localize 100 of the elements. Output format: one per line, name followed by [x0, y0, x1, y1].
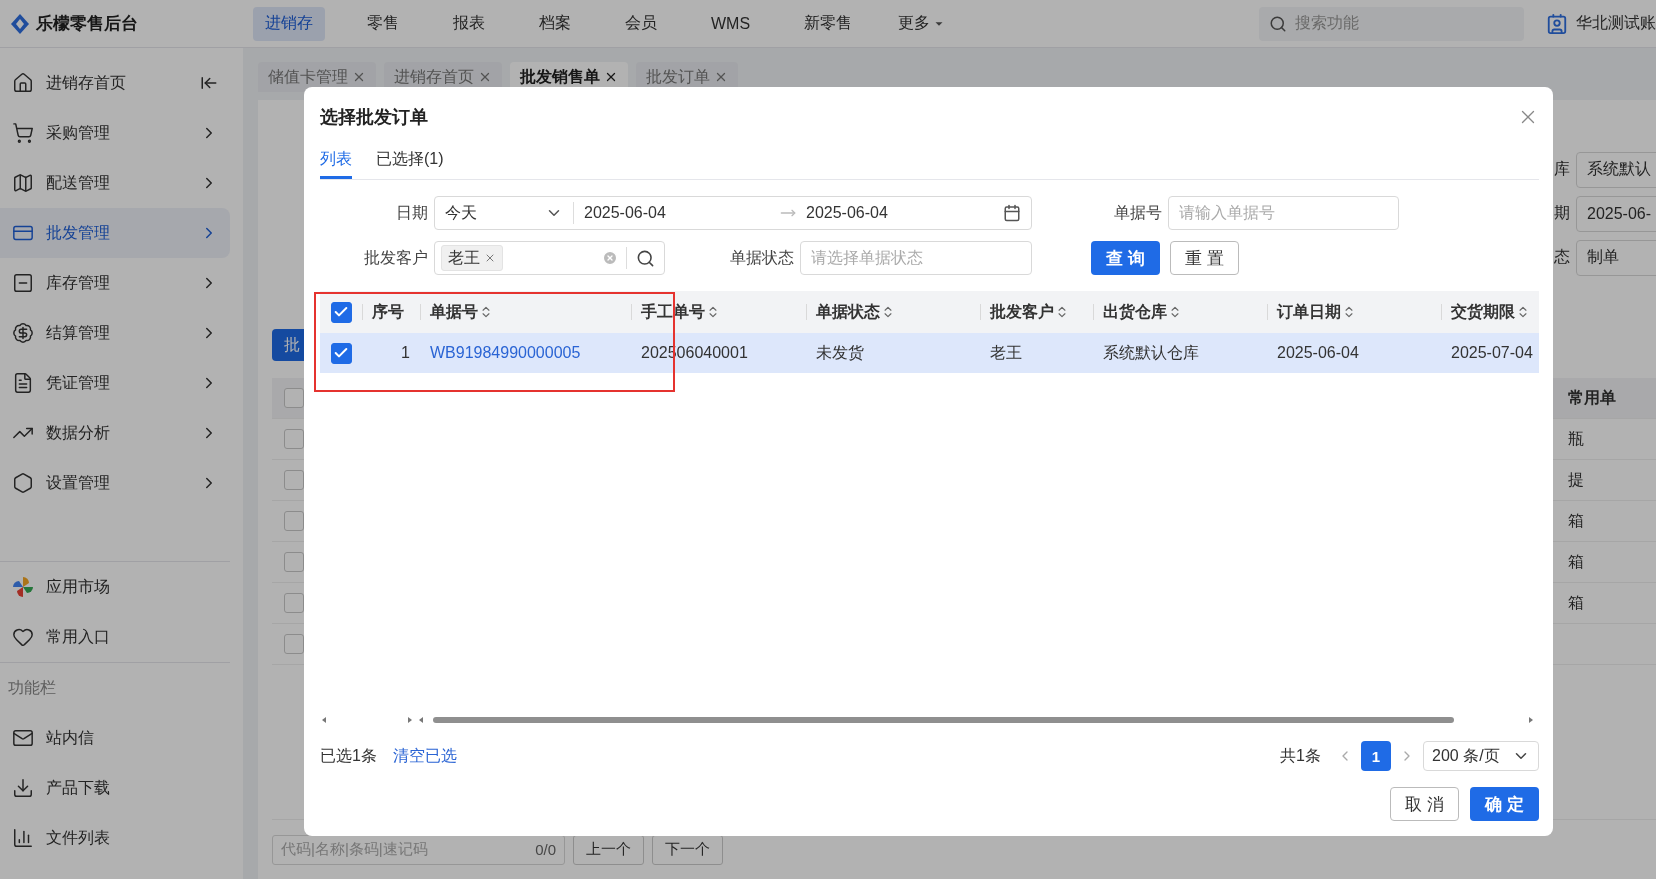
sidebar-item[interactable]: 应用市场: [0, 562, 230, 612]
sidebar-item[interactable]: 数据分析: [0, 408, 230, 458]
sidebar-item[interactable]: 站内信: [0, 713, 230, 763]
nav-item[interactable]: 进销存: [253, 6, 325, 41]
clear-selection-link[interactable]: 清空已选: [392, 745, 457, 767]
confirm-button[interactable]: 确 定: [1470, 787, 1539, 821]
sidebar-item[interactable]: 产品下载: [0, 763, 230, 813]
document-icon: [12, 372, 34, 394]
table-cell-text: 箱: [1568, 510, 1585, 531]
sidebar-item[interactable]: 库存管理: [0, 258, 230, 308]
more-menu[interactable]: 更多: [894, 6, 951, 41]
sidebar-item[interactable]: 批发管理: [0, 208, 230, 258]
column-header[interactable]: 订单日期: [1277, 301, 1356, 323]
id-card-icon: [1546, 12, 1568, 35]
table-cell: 1: [401, 344, 410, 362]
sidebar-item[interactable]: 凭证管理: [0, 358, 230, 408]
sidebar-item[interactable]: 结算管理: [0, 308, 230, 358]
query-button[interactable]: 查 询: [1091, 241, 1160, 275]
cancel-button[interactable]: 取 消: [1390, 787, 1459, 821]
table-cell-text: 箱: [1568, 551, 1585, 572]
table-cell-text: 提: [1568, 469, 1585, 490]
tag: 老王: [441, 245, 503, 271]
field-label: 单据状态: [729, 247, 795, 268]
selection-count: 已选1条: [320, 745, 377, 766]
nav-item[interactable]: WMS: [699, 6, 763, 41]
hexagon-icon: [12, 472, 34, 494]
sidebar-item[interactable]: 设置管理: [0, 458, 230, 508]
field-label: 单据号: [1113, 202, 1163, 223]
download-icon: [12, 777, 34, 799]
remove-icon[interactable]: [484, 252, 496, 264]
app-name: 乐檬零售后台: [36, 13, 138, 35]
checkbox[interactable]: [330, 301, 352, 323]
checkbox[interactable]: [284, 593, 304, 613]
table-cell-text: 老王: [990, 342, 1022, 363]
reset-button[interactable]: 重 置: [1170, 241, 1239, 275]
checkbox[interactable]: [284, 552, 304, 572]
account-menu[interactable]: 华北测试账: [1546, 12, 1656, 35]
tab[interactable]: 列表: [320, 139, 352, 179]
column-header[interactable]: 批发客户: [990, 301, 1069, 323]
nav-item[interactable]: 新零售: [792, 6, 865, 41]
sidebar-item[interactable]: 采购管理: [0, 108, 230, 158]
column-header[interactable]: 单据状态: [816, 301, 895, 323]
sidebar-item[interactable]: 文件列表: [0, 813, 230, 863]
sidebar-item[interactable]: 常用入口: [0, 612, 230, 662]
section-title: 功能栏: [7, 677, 57, 698]
date-range-field[interactable]: 今天 2025-06-04 2025-06-04: [434, 196, 1032, 230]
close-icon[interactable]: [604, 70, 618, 84]
input-field[interactable]: 系统默认: [1576, 151, 1656, 188]
map-icon: [12, 172, 34, 194]
column-header: 常用单: [1568, 387, 1617, 408]
house-icon: [12, 72, 34, 94]
checkbox[interactable]: [284, 634, 304, 654]
scrollbar[interactable]: [419, 715, 1533, 725]
nav-item[interactable]: 报表: [441, 6, 497, 41]
tray-icon: [12, 272, 34, 294]
field-label: 态: [1554, 247, 1570, 267]
cart-icon: [12, 122, 34, 144]
table-cell-text: 未发货: [816, 342, 864, 363]
table-cell: 2025-06-04: [1277, 344, 1359, 362]
checkbox[interactable]: [284, 388, 304, 408]
table-cell-text: 箱: [1568, 592, 1585, 613]
field-label: 日期: [395, 202, 429, 223]
column-header[interactable]: 序号: [372, 301, 404, 323]
mail-icon: [12, 727, 34, 749]
nav-item[interactable]: 零售: [355, 6, 411, 41]
pinwheel-icon: [12, 576, 34, 598]
page-size-select[interactable]: 200 条/页: [1423, 741, 1539, 771]
column-header[interactable]: 单据号: [430, 301, 493, 323]
checkbox[interactable]: [330, 342, 352, 364]
table-cell-text: 瓶: [1568, 428, 1585, 449]
collapse-icon[interactable]: [200, 74, 218, 92]
search-icon: [1269, 14, 1287, 33]
search-icon[interactable]: [636, 248, 655, 268]
input-field[interactable]: 制单: [1576, 239, 1656, 276]
column-header[interactable]: 出货仓库: [1103, 301, 1182, 323]
checkbox[interactable]: [284, 470, 304, 490]
dollar-icon: [12, 322, 34, 344]
total-count: 共1条: [1280, 745, 1321, 766]
page-button[interactable]: 1: [1361, 741, 1391, 771]
heart-icon: [12, 626, 34, 648]
table-cell: 2025-07-04: [1451, 344, 1533, 362]
customer-field[interactable]: 老王: [434, 241, 665, 275]
table-cell-text: 系统默认仓库: [1103, 342, 1199, 363]
sidebar-item[interactable]: 配送管理: [0, 158, 230, 208]
checkbox[interactable]: [284, 511, 304, 531]
input-field[interactable]: 2025-06-: [1576, 195, 1656, 232]
sort-icon[interactable]: [1516, 305, 1530, 319]
nav-item[interactable]: 会员: [613, 6, 669, 41]
clear-icon[interactable]: [602, 250, 618, 266]
scrollbar[interactable]: [322, 715, 412, 725]
calendar-icon: [1003, 204, 1021, 222]
checkbox[interactable]: [284, 429, 304, 449]
order-link[interactable]: WB91984990000005: [430, 344, 581, 362]
sidebar-item[interactable]: 进销存首页: [0, 58, 230, 108]
field-label: 批发客户: [363, 247, 429, 268]
field-label: 库: [1554, 159, 1570, 179]
tab[interactable]: 已选择(1): [376, 139, 444, 179]
logo-icon: [10, 12, 30, 35]
nav-item[interactable]: 档案: [527, 6, 583, 41]
column-header[interactable]: 交货期限: [1451, 301, 1530, 323]
